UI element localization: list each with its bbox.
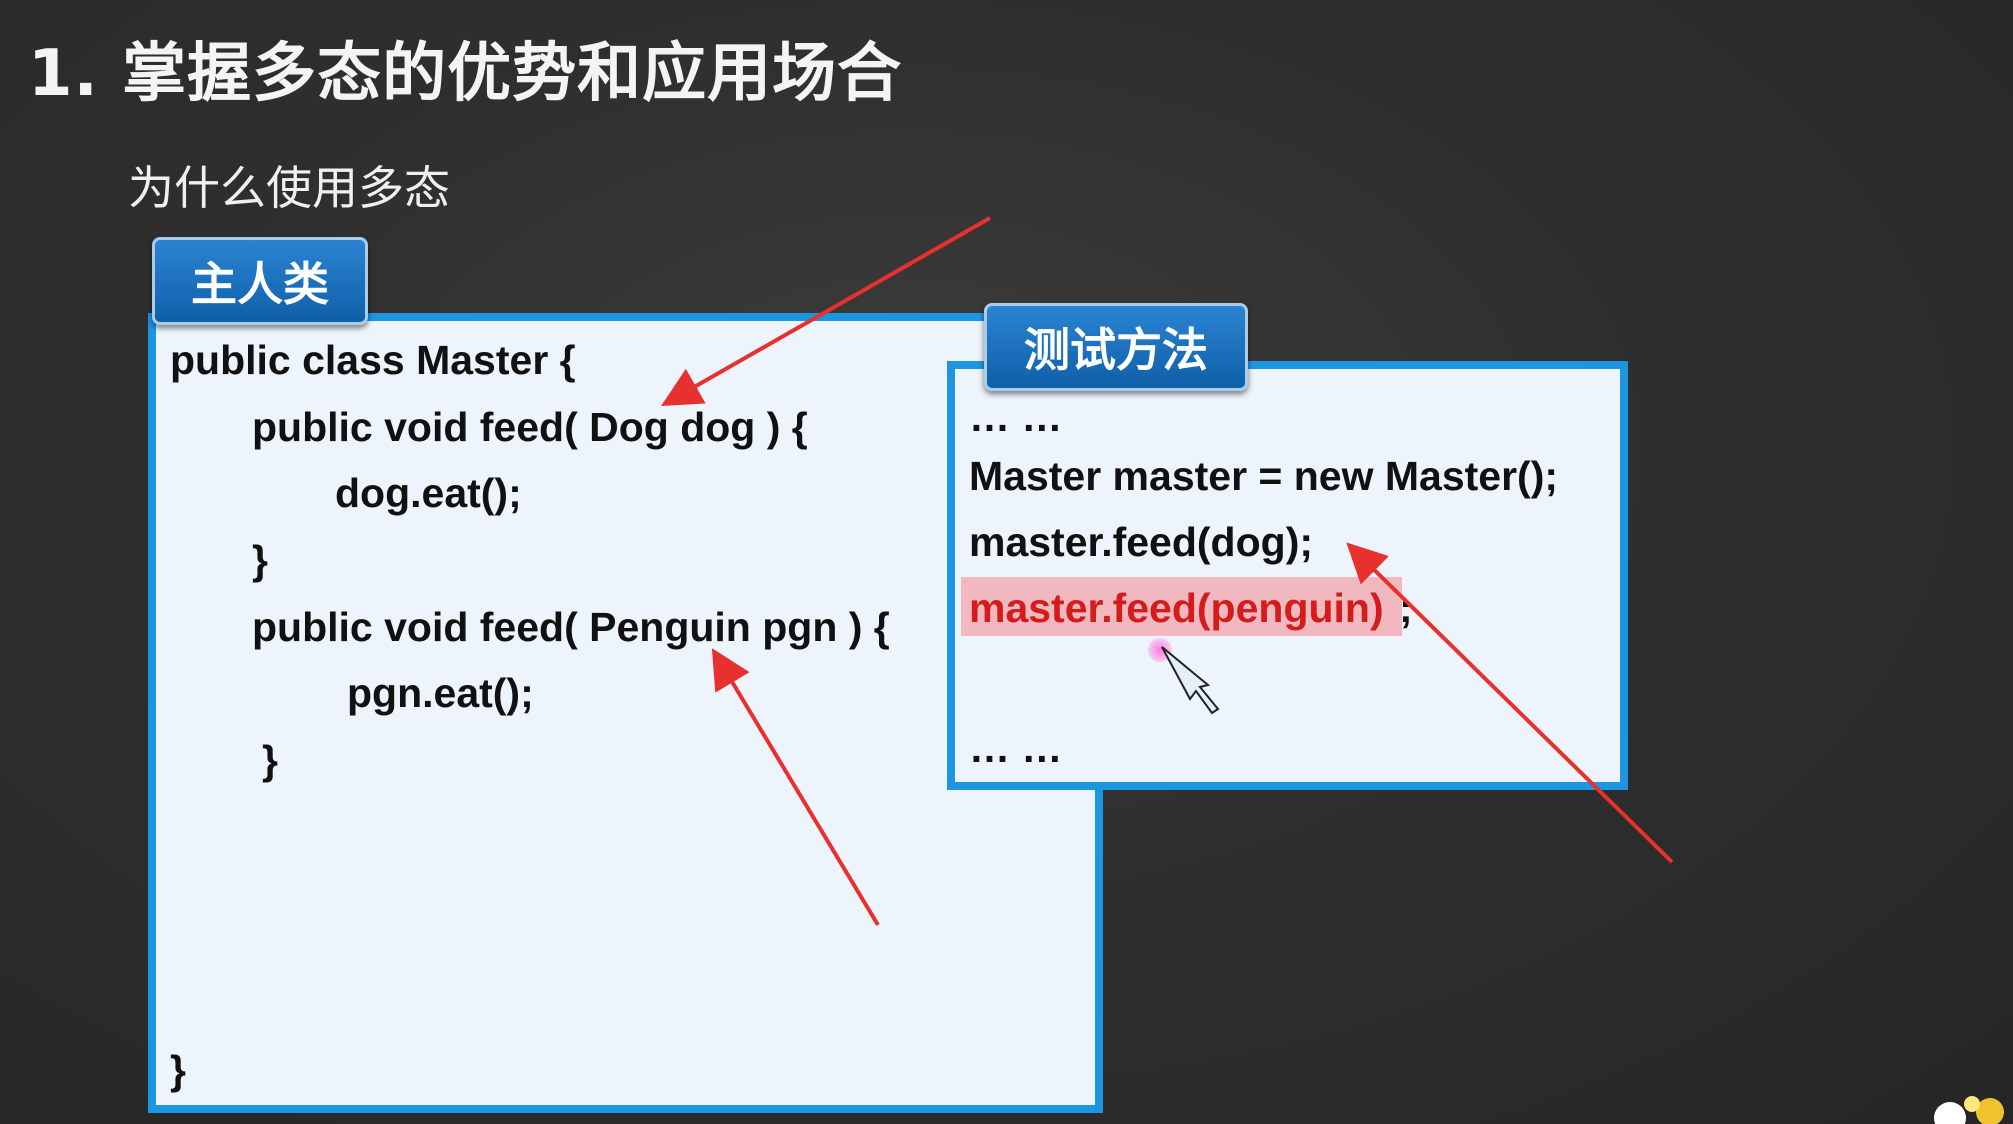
corner-decoration <box>1934 1096 2004 1124</box>
